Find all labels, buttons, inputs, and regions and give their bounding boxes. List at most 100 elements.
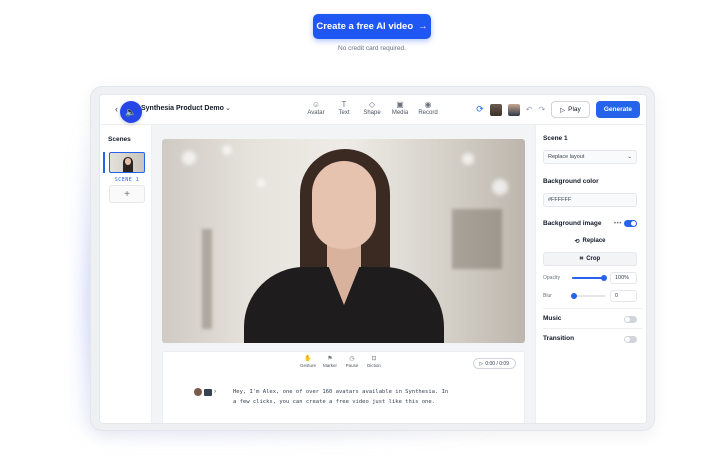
background-image-toggle[interactable] bbox=[624, 220, 637, 227]
mute-button[interactable]: 🔈 bbox=[120, 101, 142, 123]
diction-icon: ⊡ bbox=[371, 356, 377, 362]
background-image-heading: Background image bbox=[543, 220, 602, 227]
pause-icon: ◷ bbox=[349, 356, 355, 362]
play-label: Play bbox=[568, 106, 581, 113]
tool-label: Media bbox=[391, 110, 409, 116]
redo-icon[interactable]: ↷ bbox=[538, 105, 545, 114]
replace-label: Replace bbox=[582, 238, 606, 244]
tool-label: Avatar bbox=[307, 110, 325, 116]
replace-button[interactable]: ⟲ Replace bbox=[543, 234, 637, 248]
speaker-mute-icon: 🔈 bbox=[125, 106, 137, 117]
sync-icon[interactable]: ⟳ bbox=[476, 104, 484, 115]
script-editor: ✋ Gesture ⚑ Marker ◷ Pause ⊡ Diction ▷ 0… bbox=[162, 351, 525, 423]
back-icon[interactable]: ‹ bbox=[115, 104, 118, 114]
tool-gesture[interactable]: ✋ Gesture bbox=[300, 356, 316, 368]
tool-diction[interactable]: ⊡ Diction bbox=[366, 356, 382, 368]
blur-value[interactable]: 0 bbox=[610, 290, 637, 302]
scene-thumbnail[interactable] bbox=[109, 152, 145, 173]
bokeh-light bbox=[462, 153, 474, 165]
cta-label: Create a free AI video bbox=[316, 21, 414, 32]
bokeh-light bbox=[257, 179, 265, 187]
tool-label: Shape bbox=[363, 110, 381, 116]
undo-icon[interactable]: ↶ bbox=[526, 105, 533, 114]
tool-label: Text bbox=[338, 110, 350, 116]
tool-label: Record bbox=[418, 110, 438, 116]
bokeh-light bbox=[182, 151, 196, 165]
play-icon: ▷ bbox=[479, 360, 484, 367]
opacity-label: Opacity bbox=[543, 275, 560, 281]
no-credit-card-note: No credit card required. bbox=[338, 45, 406, 52]
script-line: a few clicks, you can create a free vide… bbox=[233, 399, 435, 405]
scenes-sidebar: Scenes SCENE 1 + bbox=[100, 125, 152, 423]
crop-label: Crop bbox=[586, 256, 601, 262]
avatar-thumbnail[interactable] bbox=[489, 103, 502, 116]
timer-value: 0:00 / 0:09 bbox=[485, 360, 509, 367]
script-tools: ✋ Gesture ⚑ Marker ◷ Pause ⊡ Diction bbox=[300, 356, 382, 368]
page: Create a free AI video → No credit card … bbox=[0, 0, 720, 456]
chevron-right-icon: › bbox=[214, 389, 216, 395]
tool-media[interactable]: ▣ Media bbox=[389, 99, 411, 116]
video-canvas[interactable] bbox=[162, 139, 525, 343]
add-scene-button[interactable]: + bbox=[109, 185, 145, 203]
divider bbox=[543, 308, 642, 309]
script-text[interactable]: Hey, I'm Alex, one of over 160 avatars a… bbox=[233, 387, 463, 407]
layout-select-value: Replace layout bbox=[548, 154, 585, 160]
background-figure bbox=[202, 229, 212, 329]
editor-app: ‹ Synthesia Product Demo ⌄ ☺ Avatar T Te… bbox=[99, 94, 647, 424]
tool-text[interactable]: T Text bbox=[333, 99, 355, 116]
speaker-selector[interactable]: › bbox=[194, 388, 216, 396]
tool-avatar[interactable]: ☺ Avatar bbox=[305, 99, 327, 116]
scenes-heading: Scenes bbox=[108, 136, 131, 143]
opacity-value[interactable]: 100% bbox=[610, 272, 637, 284]
scene-label: SCENE 1 bbox=[114, 177, 140, 183]
tool-shape[interactable]: ◇ Shape bbox=[361, 99, 383, 116]
blur-slider[interactable] bbox=[572, 295, 606, 297]
tool-record[interactable]: ◉ Record bbox=[417, 99, 439, 116]
transition-toggle[interactable] bbox=[624, 336, 637, 343]
play-button[interactable]: ▷ Play bbox=[551, 101, 590, 118]
collaborator-avatar[interactable] bbox=[507, 103, 520, 116]
avatar-head bbox=[312, 161, 376, 249]
bokeh-light bbox=[492, 179, 508, 195]
music-toggle[interactable] bbox=[624, 316, 637, 323]
chevron-down-icon: ⌄ bbox=[627, 154, 632, 160]
top-toolbar: ‹ Synthesia Product Demo ⌄ ☺ Avatar T Te… bbox=[100, 95, 646, 125]
record-icon: ◉ bbox=[424, 100, 432, 109]
play-icon: ▷ bbox=[560, 106, 566, 114]
bokeh-light bbox=[222, 145, 232, 155]
transition-label: Transition bbox=[543, 335, 575, 342]
tool-label: Gesture bbox=[300, 363, 317, 368]
background-color-input[interactable]: #FFFFFF bbox=[543, 193, 637, 207]
generate-button[interactable]: Generate bbox=[595, 101, 640, 118]
avatar-icon: ☺ bbox=[311, 100, 321, 109]
layout-select[interactable]: Replace layout ⌄ bbox=[543, 150, 637, 164]
media-icon: ▣ bbox=[396, 100, 404, 109]
divider bbox=[543, 328, 642, 329]
speaker-avatar-icon bbox=[194, 388, 202, 396]
create-free-video-button[interactable]: Create a free AI video → bbox=[313, 14, 431, 39]
crop-icon: ⌗ bbox=[579, 255, 584, 262]
replace-icon: ⟲ bbox=[574, 238, 580, 245]
insert-tools: ☺ Avatar T Text ◇ Shape ▣ Media ◉ Record bbox=[305, 99, 439, 116]
script-play-timer[interactable]: ▷ 0:00 / 0:09 bbox=[472, 358, 516, 369]
scene-selected-indicator bbox=[103, 152, 105, 173]
blur-slider-handle[interactable] bbox=[571, 293, 577, 299]
properties-panel: Scene 1 Replace layout ⌄ Background colo… bbox=[535, 125, 646, 423]
crop-button[interactable]: ⌗ Crop bbox=[543, 252, 637, 266]
chevron-down-icon[interactable]: ⌄ bbox=[225, 104, 231, 112]
more-options-icon[interactable]: ••• bbox=[614, 221, 622, 227]
music-label: Music bbox=[543, 315, 562, 322]
opacity-slider-handle[interactable] bbox=[601, 275, 607, 281]
marker-icon: ⚑ bbox=[327, 356, 333, 362]
text-icon: T bbox=[341, 100, 347, 109]
scene-title: Scene 1 bbox=[543, 135, 568, 142]
gesture-icon: ✋ bbox=[304, 356, 312, 362]
toolbar-actions: ⟳ ↶ ↷ ▷ Play Generate bbox=[476, 101, 640, 118]
background-color-heading: Background color bbox=[543, 178, 599, 185]
script-line: Hey, I'm Alex, one of over 160 avatars a… bbox=[233, 389, 449, 395]
tool-marker[interactable]: ⚑ Marker bbox=[322, 356, 338, 368]
language-flag-icon bbox=[204, 388, 212, 396]
tool-pause[interactable]: ◷ Pause bbox=[344, 356, 360, 368]
project-title[interactable]: Synthesia Product Demo bbox=[141, 105, 224, 112]
avatar-face bbox=[125, 158, 131, 165]
